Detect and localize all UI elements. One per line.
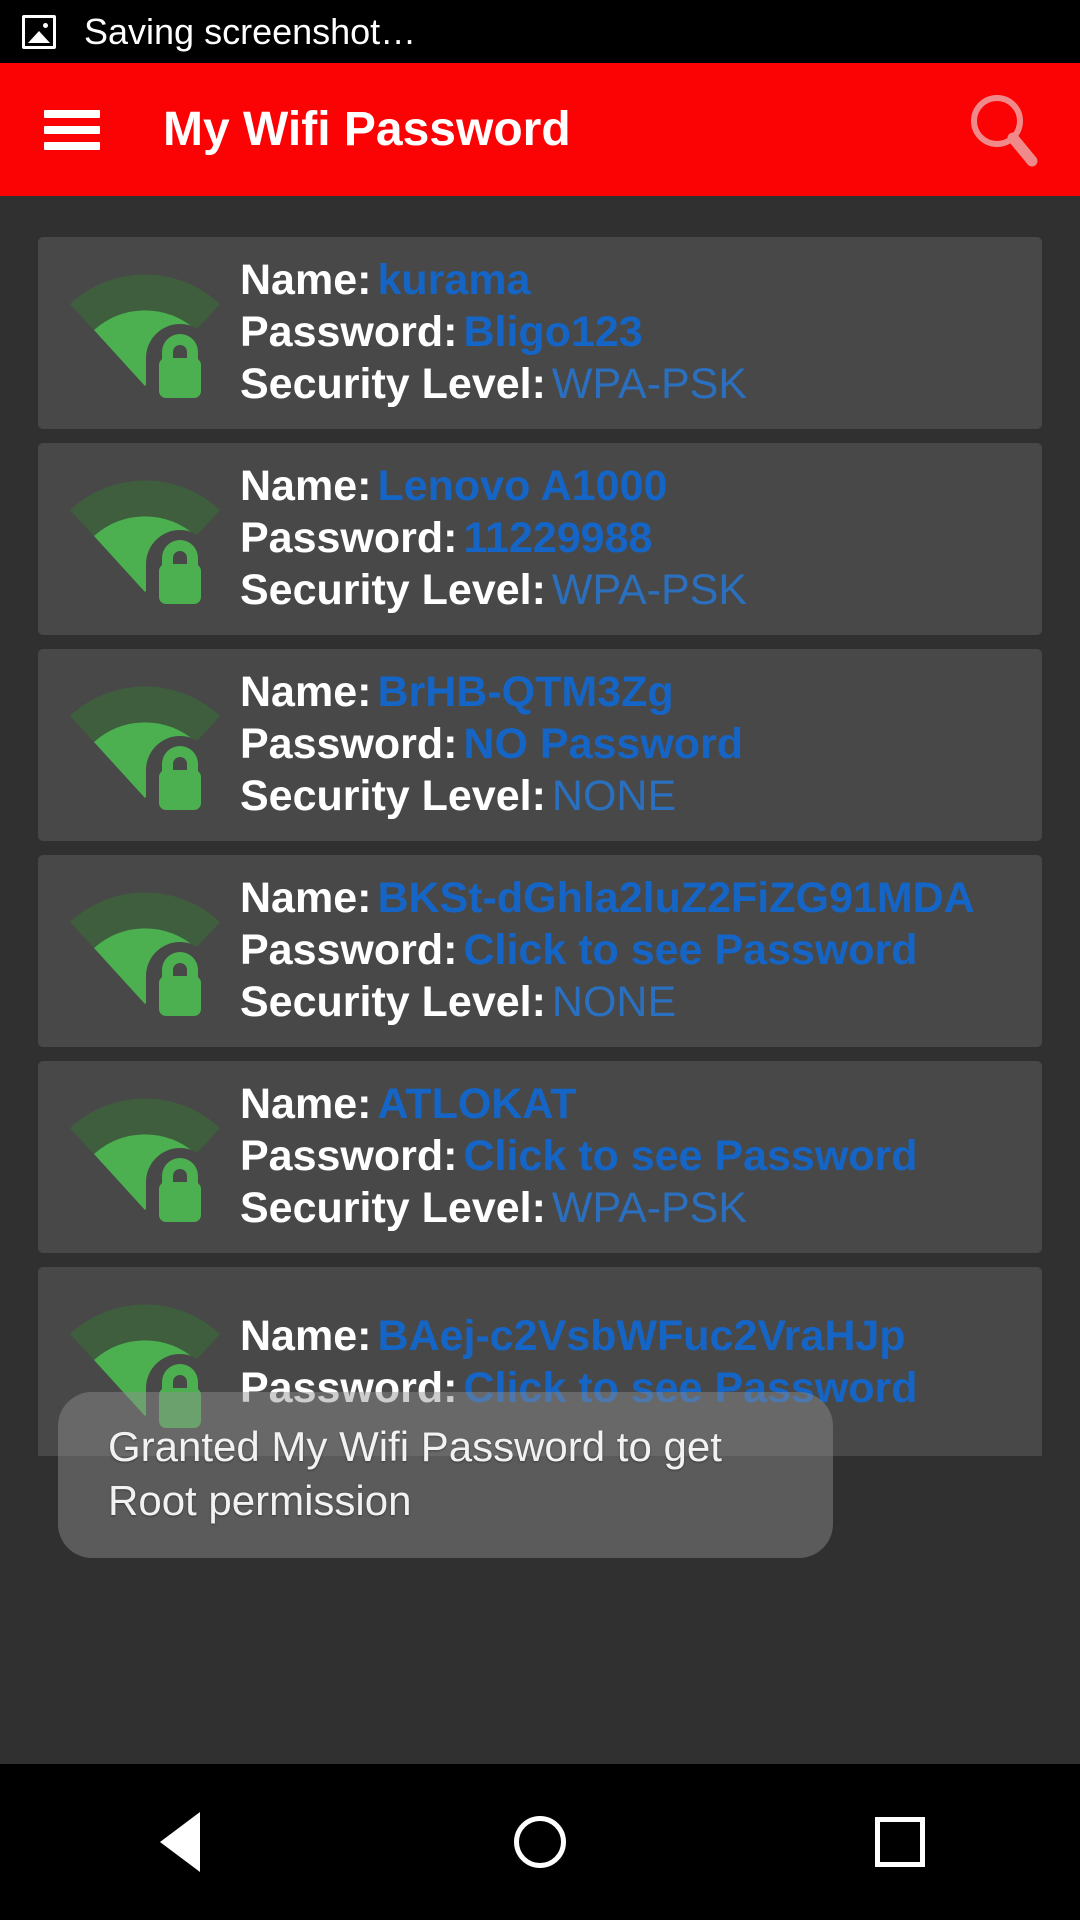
table-row[interactable]: Name: BKSt-dGhla2luZ2FiZG91MDA Password: C… — [38, 855, 1042, 1047]
password-label: Password: — [240, 926, 458, 975]
screenshot-image-icon — [22, 14, 56, 49]
network-security-row: Security Level: NONE — [240, 977, 1032, 1029]
network-name-row: Name: BAej-c2VsbWFuc2VraHJp — [240, 1311, 1032, 1363]
wifi-network-list[interactable]: Name: kurama Password: Bligo123 Security L… — [0, 196, 1080, 1456]
home-icon[interactable] — [480, 1792, 600, 1892]
network-password-value[interactable]: 11229988 — [463, 514, 652, 562]
app-bar: My Wifi Password — [0, 63, 1080, 196]
network-password-row[interactable]: Password: Click to see Password — [240, 925, 1032, 977]
network-security-value: NONE — [551, 771, 677, 820]
network-password-value[interactable]: Click to see Password — [463, 926, 917, 974]
network-password-row[interactable]: Password: Click to see Password — [240, 1131, 1032, 1183]
security-label: Security Level: — [240, 565, 546, 614]
network-security-row: Security Level: NONE — [240, 771, 1032, 823]
network-name-row: Name: BrHB-QTM3Zg — [240, 667, 1032, 719]
table-row[interactable]: Name: Lenovo A1000 Password: 11229988 Secu… — [38, 443, 1042, 635]
network-security-value: WPA-PSK — [551, 565, 748, 614]
security-label: Security Level: — [240, 1183, 546, 1232]
network-security-row: Security Level: WPA-PSK — [240, 359, 1032, 411]
recents-icon[interactable] — [840, 1792, 960, 1892]
back-icon[interactable] — [120, 1792, 240, 1892]
toast-text: Granted My Wifi Password to get Root per… — [108, 1423, 722, 1524]
network-security-value: WPA-PSK — [551, 1183, 748, 1232]
network-info: Name: ATLOKAT Password: Click to see Passw… — [240, 1079, 1042, 1235]
network-name-value: kurama — [377, 256, 531, 305]
toast-message: Granted My Wifi Password to get Root per… — [58, 1392, 833, 1558]
network-security-value: NONE — [551, 977, 677, 1026]
security-label: Security Level: — [240, 771, 546, 820]
network-name-row: Name: ATLOKAT — [240, 1079, 1032, 1131]
wifi-lock-icon — [50, 459, 240, 619]
network-name-row: Name: Lenovo A1000 — [240, 461, 1032, 513]
network-password-row[interactable]: Password: NO Password — [240, 719, 1032, 771]
name-label: Name: — [240, 462, 372, 511]
network-security-row: Security Level: WPA-PSK — [240, 1183, 1032, 1235]
name-label: Name: — [240, 874, 372, 923]
network-password-value[interactable]: Click to see Password — [463, 1132, 917, 1180]
password-label: Password: — [240, 308, 458, 357]
network-password-value[interactable]: NO Password — [463, 720, 743, 768]
system-nav-bar — [0, 1764, 1080, 1920]
network-password-row[interactable]: Password: Bligo123 — [240, 307, 1032, 359]
network-name-row: Name: BKSt-dGhla2luZ2FiZG91MDA — [240, 873, 1032, 925]
wifi-lock-icon — [50, 1077, 240, 1237]
network-name-value: ATLOKAT — [377, 1080, 577, 1129]
network-name-value: Lenovo A1000 — [377, 462, 668, 511]
network-info: Name: kurama Password: Bligo123 Security L… — [240, 255, 1042, 411]
search-icon[interactable] — [966, 92, 1042, 168]
hamburger-menu-icon[interactable] — [44, 109, 100, 150]
name-label: Name: — [240, 256, 372, 305]
wifi-lock-icon — [50, 665, 240, 825]
network-info: Name: BrHB-QTM3Zg Password: NO Password Se… — [240, 667, 1042, 823]
network-info: Name: BKSt-dGhla2luZ2FiZG91MDA Password: C… — [240, 873, 1042, 1029]
network-password-value[interactable]: Bligo123 — [463, 308, 642, 356]
network-name-value: BKSt-dGhla2luZ2FiZG91MDA — [377, 874, 975, 923]
status-bar-text: Saving screenshot… — [84, 10, 417, 52]
wifi-lock-icon — [50, 253, 240, 413]
page-title: My Wifi Password — [163, 103, 571, 156]
table-row[interactable]: Name: BrHB-QTM3Zg Password: NO Password Se… — [38, 649, 1042, 841]
table-row[interactable]: Name: ATLOKAT Password: Click to see Passw… — [38, 1061, 1042, 1253]
password-label: Password: — [240, 514, 458, 563]
wifi-lock-icon — [50, 871, 240, 1031]
network-security-value: WPA-PSK — [551, 359, 748, 408]
network-password-row[interactable]: Password: 11229988 — [240, 513, 1032, 565]
network-name-value: BrHB-QTM3Zg — [377, 668, 674, 717]
password-label: Password: — [240, 720, 458, 769]
status-bar: Saving screenshot… — [0, 0, 1080, 63]
name-label: Name: — [240, 1080, 372, 1129]
security-label: Security Level: — [240, 359, 546, 408]
security-label: Security Level: — [240, 977, 546, 1026]
network-name-row: Name: kurama — [240, 255, 1032, 307]
network-info: Name: Lenovo A1000 Password: 11229988 Secu… — [240, 461, 1042, 617]
name-label: Name: — [240, 668, 372, 717]
network-name-value: BAej-c2VsbWFuc2VraHJp — [377, 1312, 906, 1361]
password-label: Password: — [240, 1132, 458, 1181]
app-screen: Saving screenshot… My Wifi Password Name… — [0, 0, 1080, 1920]
name-label: Name: — [240, 1312, 372, 1361]
network-security-row: Security Level: WPA-PSK — [240, 565, 1032, 617]
table-row[interactable]: Name: kurama Password: Bligo123 Security L… — [38, 237, 1042, 429]
